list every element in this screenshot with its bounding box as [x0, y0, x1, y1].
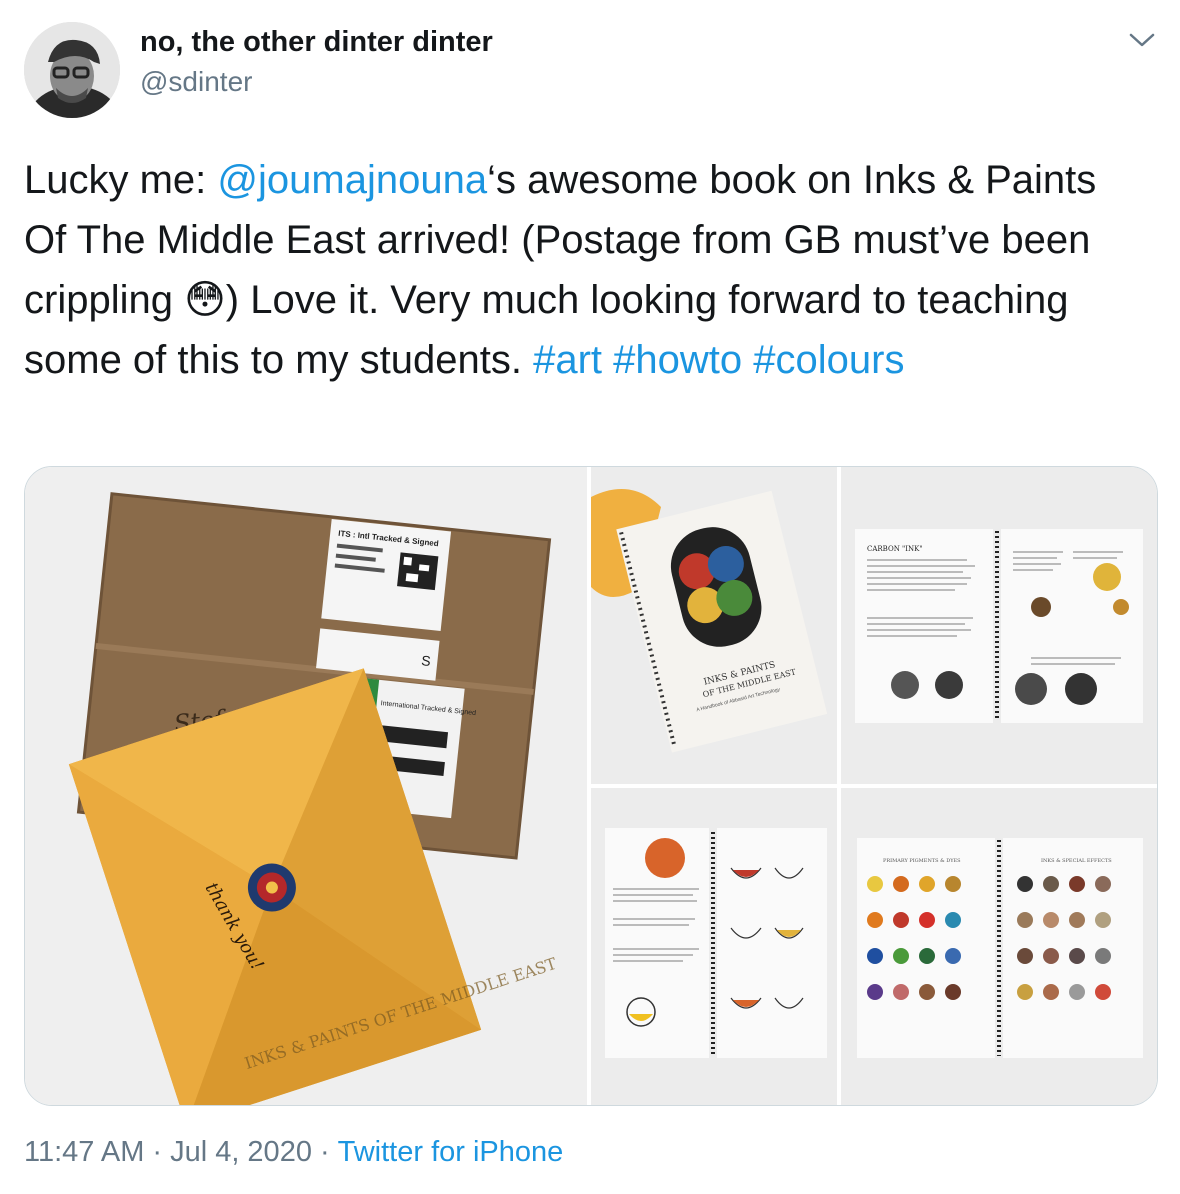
tweet-meta: 11:47 AM · Jul 4, 2020 · Twitter for iPhone [24, 1136, 563, 1169]
tweet-source-link[interactable]: Twitter for iPhone [338, 1136, 564, 1168]
author-display-name[interactable]: no, the other dinter dinter [140, 26, 493, 59]
mention-link[interactable]: @joumajnouna [217, 158, 487, 202]
chevron-down-icon[interactable] [1128, 30, 1156, 50]
hashtag-colours[interactable]: #colours [753, 338, 904, 382]
avatar-photo [24, 22, 120, 118]
meta-separator: · [319, 1136, 330, 1168]
hashtag-art[interactable]: #art [533, 338, 602, 382]
flushed-face-emoji: 😳 [184, 278, 226, 322]
photo-recipe-spread[interactable] [591, 788, 837, 1105]
photo-book-cover[interactable]: INKS & PAINTS OF THE MIDDLE EAST A Handb… [591, 467, 837, 784]
author-handle[interactable]: @sdinter [140, 66, 252, 98]
tweet-text: Lucky me: @joumajnouna‘s awesome book on… [24, 150, 1144, 390]
hashtag-howto[interactable]: #howto [613, 338, 742, 382]
photo-carbon-ink-spread[interactable]: CARBON "INK" [841, 467, 1157, 784]
tweet-text-prefix: Lucky me: [24, 158, 218, 202]
meta-separator: · [152, 1136, 163, 1168]
tweet-time[interactable]: 11:47 AM [24, 1136, 144, 1168]
parcel-letter: S [421, 652, 432, 669]
spread-heading: CARBON "INK" [867, 545, 923, 553]
pigments-right-heading: INKS & SPECIAL EFFECTS [1041, 858, 1112, 864]
media-grid: ITS : Intl Tracked & Signed S Internatio… [24, 466, 1158, 1106]
photo-pigments-spread[interactable]: PRIMARY PIGMENTS & DYES INKS & SPECIAL E… [841, 788, 1157, 1105]
tweet-date[interactable]: Jul 4, 2020 [170, 1136, 312, 1168]
avatar[interactable] [24, 22, 120, 118]
photo-package[interactable]: ITS : Intl Tracked & Signed S Internatio… [25, 467, 587, 1105]
pigments-left-heading: PRIMARY PIGMENTS & DYES [883, 858, 961, 864]
